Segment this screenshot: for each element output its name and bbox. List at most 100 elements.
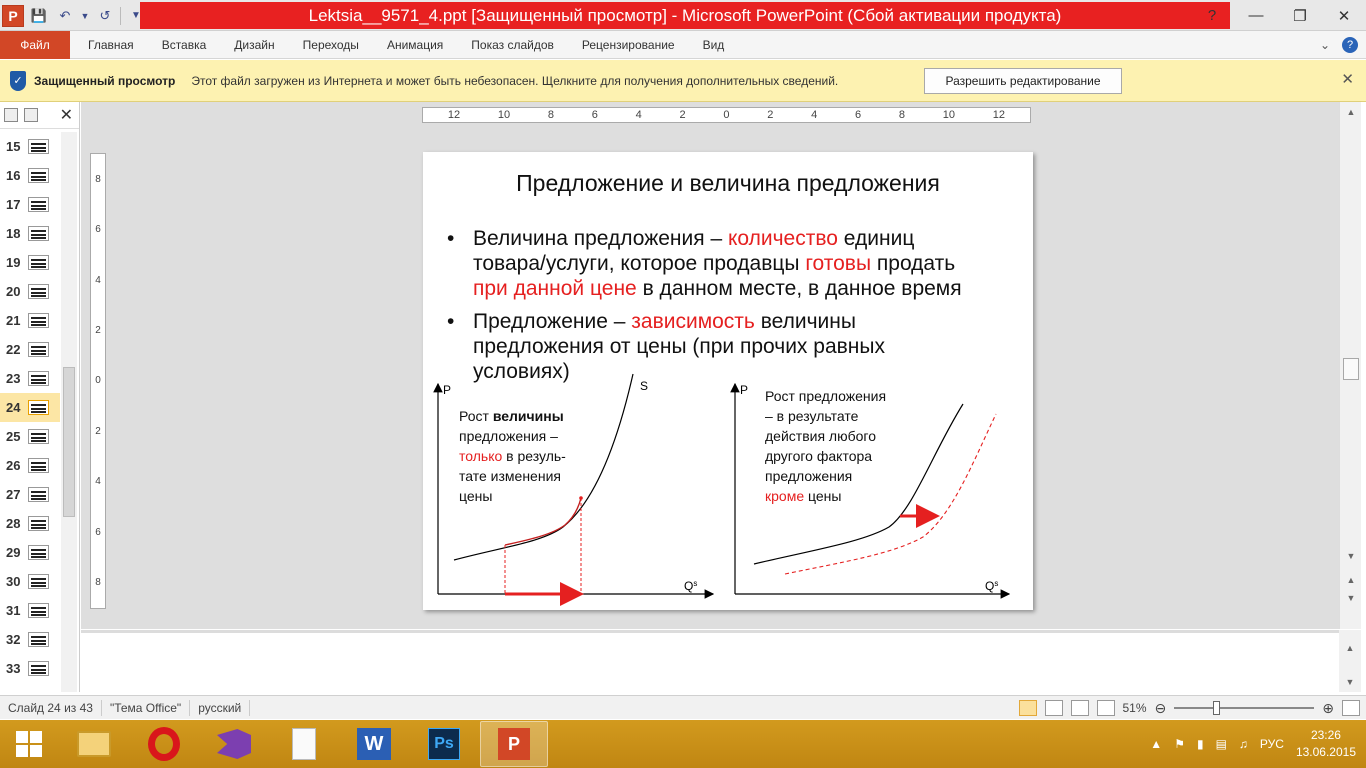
maximize-icon[interactable]: ❐ [1278,0,1322,31]
tab-review[interactable]: Рецензирование [568,31,689,59]
word-icon[interactable]: W [340,721,408,767]
help-icon[interactable]: ? [1190,0,1234,31]
slide-canvas[interactable]: Предложение и величина предложения • Вел… [423,152,1033,610]
close-icon[interactable]: ✕ [1322,0,1366,31]
slide-thumbnail-18[interactable]: 18 [0,219,60,248]
slide-thumbnail-22[interactable]: 22 [0,335,60,364]
powerpoint-logo-icon[interactable]: P [2,4,24,27]
slide-number: 20 [6,284,21,299]
scroll-up-icon[interactable]: ▲ [1340,104,1362,120]
show-hidden-icons-icon[interactable]: ▲ [1150,737,1162,751]
tab-home[interactable]: Главная [74,31,148,59]
slides-scrollbar[interactable] [61,132,77,692]
notes-pane[interactable] [81,630,1339,692]
quick-access-toolbar: P 💾 ↶ ▼ ↺ ▼ [0,0,147,31]
scroll-up-icon[interactable]: ▲ [1339,640,1361,656]
slide-thumbnail-19[interactable]: 19 [0,248,60,277]
help-circle-icon[interactable]: ? [1342,37,1358,53]
slide-preview [28,342,49,357]
slideshow-icon[interactable] [1096,700,1115,716]
zoom-out-icon[interactable]: ⊖ [1155,700,1167,717]
power-icon[interactable]: ▮ [1197,737,1204,751]
tab-insert[interactable]: Вставка [148,31,221,59]
scrollbar-thumb[interactable] [63,367,75,517]
document-icon[interactable] [270,721,338,767]
network-icon[interactable]: ▤ [1216,737,1227,751]
ruler-tick-label: 4 [95,274,101,286]
protected-view-bar: ✓ Защищенный просмотр Этот файл загружен… [0,60,1366,102]
tab-file[interactable]: Файл [0,30,70,59]
minimize-icon[interactable]: — [1234,0,1278,31]
previous-slide-icon[interactable]: ▲ [1340,572,1362,588]
title-bar: P 💾 ↶ ▼ ↺ ▼ Lektsia__9571_4.ppt [Защищен… [0,0,1366,31]
file-explorer-icon[interactable] [60,721,128,767]
scroll-down-icon[interactable]: ▼ [1340,548,1362,564]
slide-thumbnail-30[interactable]: 30 [0,567,60,596]
volume-icon[interactable]: ♫ [1239,737,1248,751]
editor-scrollbar[interactable]: ▲ ▼ ▲ ▼ [1339,102,1361,629]
tab-outline-icon[interactable] [24,108,38,122]
start-button[interactable] [0,720,58,768]
close-icon[interactable]: ✕ [60,105,73,125]
slide-title: Предложение и величина предложения [516,170,940,196]
visual-studio-icon[interactable] [200,721,268,767]
save-icon[interactable]: 💾 [28,5,50,27]
slide-thumbnail-29[interactable]: 29 [0,538,60,567]
notes-scrollbar[interactable]: ▲ ▼ [1339,630,1361,692]
slide-thumbnail-16[interactable]: 16 [0,161,60,190]
slide-preview [28,429,49,444]
slide-thumbnail-27[interactable]: 27 [0,480,60,509]
flag-icon[interactable]: ⚑ [1174,737,1185,751]
protected-view-message[interactable]: Этот файл загружен из Интернета и может … [191,74,838,88]
fit-to-window-icon[interactable] [1342,700,1360,716]
theme-name[interactable]: "Тема Office" [102,699,191,716]
expand-ribbon-icon[interactable]: ⌄ [1320,38,1330,52]
powerpoint-taskbar-icon[interactable]: P [480,721,548,767]
clock[interactable]: 23:26 13.06.2015 [1296,727,1356,761]
reading-view-icon[interactable] [1070,700,1089,716]
zoom-in-icon[interactable]: ⊕ [1322,700,1334,717]
slide-number: 17 [6,197,21,212]
slide-thumbnail-24[interactable]: 24 [0,393,60,422]
photoshop-icon[interactable]: Ps [410,721,478,767]
zoom-slider[interactable] [1174,700,1315,716]
zoom-level[interactable]: 51% [1123,701,1147,715]
tab-view[interactable]: Вид [689,31,739,59]
normal-view-icon[interactable] [1018,700,1037,716]
language-indicator[interactable]: русский [190,699,251,716]
tab-design[interactable]: Дизайн [220,31,288,59]
opera-icon[interactable] [130,721,198,767]
slide-thumbnail-28[interactable]: 28 [0,509,60,538]
toolbar-separator [120,6,121,25]
slide-thumbnail-21[interactable]: 21 [0,306,60,335]
tab-animations[interactable]: Анимация [373,31,457,59]
slide-thumbnail-23[interactable]: 23 [0,364,60,393]
close-icon[interactable]: ✕ [1341,70,1354,88]
zoom-slider-handle[interactable] [1213,701,1221,715]
slide-sorter-icon[interactable] [1044,700,1063,716]
slide-thumbnail-32[interactable]: 32 [0,625,60,654]
slide-thumbnail-15[interactable]: 15 [0,132,60,161]
slide-thumbnail-31[interactable]: 31 [0,596,60,625]
slide-thumbnail-20[interactable]: 20 [0,277,60,306]
tab-slides-icon[interactable] [4,108,18,122]
scroll-down-icon[interactable]: ▼ [1339,674,1361,690]
tab-slideshow[interactable]: Показ слайдов [457,31,568,59]
slide-thumbnail-33[interactable]: 33 [0,654,60,683]
slide-number: 22 [6,342,21,357]
slide-number: 31 [6,603,21,618]
scrollbar-thumb[interactable] [1343,358,1359,380]
redo-icon[interactable]: ↺ [94,5,116,27]
slide-preview [28,632,49,647]
enable-editing-button[interactable]: Разрешить редактирование [924,68,1122,94]
ruler-tick-label: 0 [95,375,101,387]
chevron-down-icon[interactable]: ▼ [80,5,90,27]
slide-thumbnail-25[interactable]: 25 [0,422,60,451]
undo-icon[interactable]: ↶ [54,5,76,27]
ruler-tick-label: 12 [992,109,1005,121]
slide-thumbnail-17[interactable]: 17 [0,190,60,219]
slide-thumbnail-26[interactable]: 26 [0,451,60,480]
next-slide-icon[interactable]: ▼ [1340,590,1362,606]
tab-transitions[interactable]: Переходы [289,31,373,59]
language-tray[interactable]: РУС [1260,737,1284,751]
